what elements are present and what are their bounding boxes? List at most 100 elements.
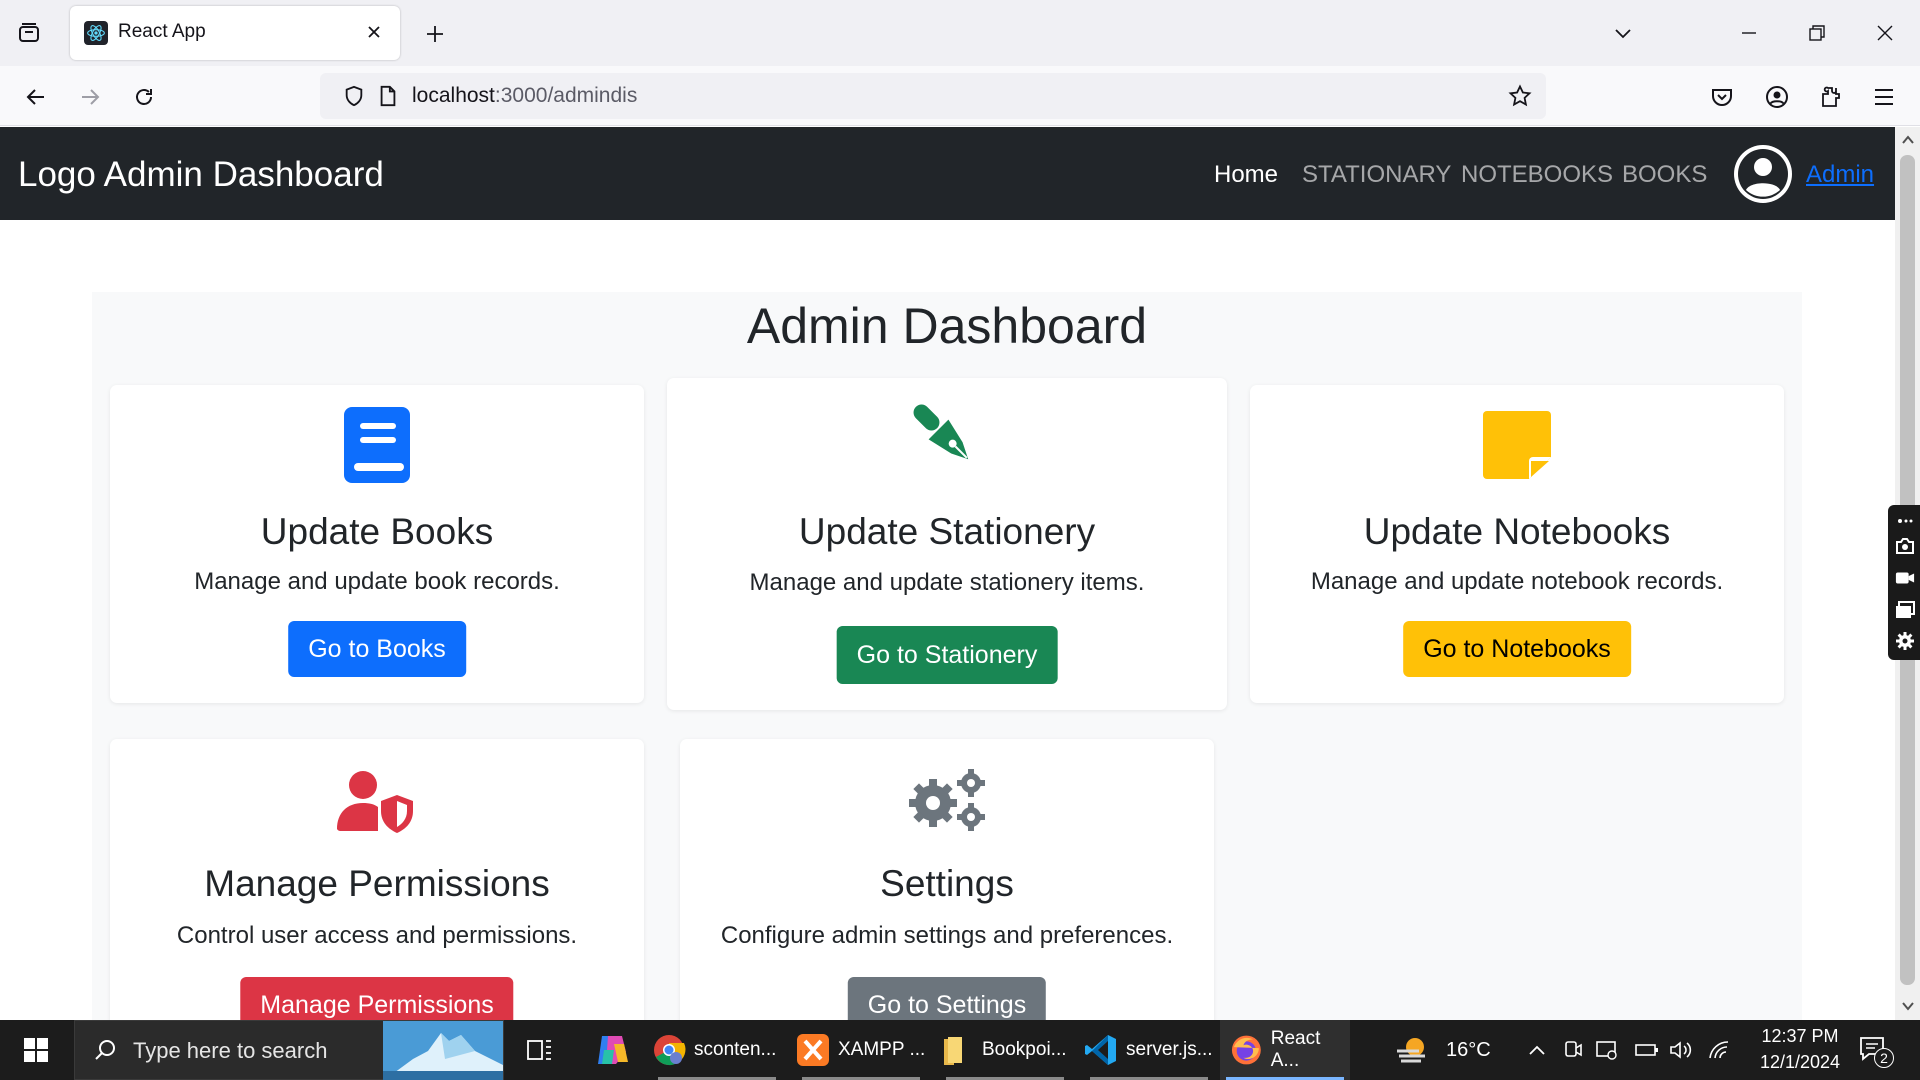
address-bar[interactable]: localhost:3000/admindis <box>320 73 1546 119</box>
nav-link-notebooks[interactable]: NOTEBOOKS <box>1461 161 1613 189</box>
brand-logo[interactable]: Logo Admin Dashboard <box>18 155 384 195</box>
taskbar-app-label: React A... <box>1270 1028 1321 1071</box>
settings-gear-icon[interactable] <box>1895 631 1915 651</box>
clock-date[interactable]: 12/1/2024 <box>1750 1052 1850 1073</box>
card-update-books: Update Books Manage and update book reco… <box>110 385 644 703</box>
folder-icon <box>944 1037 962 1065</box>
card-description: Control user access and permissions. <box>176 922 578 949</box>
nav-link-home[interactable]: Home <box>1214 161 1278 189</box>
weather-temperature[interactable]: 16°C <box>1446 1039 1491 1062</box>
tab-list-icon[interactable] <box>14 18 44 48</box>
windows-start-icon[interactable] <box>0 1020 72 1080</box>
windows-taskbar: Type here to search sconten... XAMPP ...… <box>0 1020 1920 1080</box>
close-window-icon[interactable] <box>1870 18 1900 48</box>
window-capture-icon[interactable] <box>1895 600 1915 620</box>
wifi-icon[interactable] <box>1702 1030 1736 1070</box>
back-icon[interactable] <box>19 80 53 114</box>
camera-icon[interactable] <box>1895 536 1915 556</box>
taskbar-app-vscode[interactable]: server.js... <box>1084 1020 1214 1080</box>
go-to-notebooks-button[interactable]: Go to Notebooks <box>1403 621 1631 677</box>
notification-badge: 2 <box>1874 1048 1894 1068</box>
battery-icon[interactable] <box>1630 1030 1664 1070</box>
shield-icon[interactable] <box>342 84 366 108</box>
card-settings: Settings Configure admin settings and pr… <box>680 739 1214 1020</box>
clock-time[interactable]: 12:37 PM <box>1750 1026 1850 1047</box>
app-navbar: Logo Admin Dashboard Home STATIONARY NOT… <box>0 127 1895 220</box>
card-title: Update Stationery <box>798 511 1096 552</box>
xampp-icon <box>797 1034 829 1066</box>
network-status-icon[interactable] <box>1590 1030 1624 1070</box>
go-to-settings-button[interactable]: Go to Settings <box>847 977 1047 1020</box>
user-avatar-icon[interactable] <box>1734 145 1792 203</box>
dashboard-panel: Admin Dashboard Update Books Manage and … <box>92 292 1802 1020</box>
go-to-books-button[interactable]: Go to Books <box>288 621 466 677</box>
account-icon[interactable] <box>1760 80 1794 114</box>
nav-link-stationary[interactable]: STATIONARY <box>1302 161 1451 189</box>
list-all-tabs-icon[interactable] <box>1608 18 1638 48</box>
task-view-icon[interactable] <box>520 1030 560 1070</box>
card-title: Manage Permissions <box>204 863 550 904</box>
gears-icon <box>907 761 987 841</box>
browser-tab-bar: React App <box>0 0 1920 66</box>
weather-icon[interactable] <box>1393 1030 1433 1070</box>
search-icon <box>93 1038 117 1067</box>
go-to-stationery-button[interactable]: Go to Stationery <box>836 626 1058 684</box>
taskbar-search-box[interactable]: Type here to search <box>74 1020 504 1080</box>
sticky-note-icon <box>1477 405 1557 485</box>
menu-icon[interactable] <box>1867 80 1901 114</box>
taskbar-app-firefox[interactable]: React A... <box>1220 1020 1350 1080</box>
tab-title: React App <box>118 21 206 42</box>
taskbar-app-label: XAMPP ... <box>838 1039 926 1060</box>
extensions-icon[interactable] <box>1814 80 1848 114</box>
scroll-up-icon[interactable] <box>1901 133 1914 146</box>
page-title: Admin Dashboard <box>746 298 1148 354</box>
card-description: Manage and update stationery items. <box>749 569 1145 596</box>
taskbar-app-xampp[interactable]: XAMPP ... <box>796 1020 926 1080</box>
card-update-stationery: Update Stationery Manage and update stat… <box>667 378 1227 710</box>
pocket-icon[interactable] <box>1705 80 1739 114</box>
react-favicon-icon <box>84 21 108 45</box>
tab-close-icon[interactable] <box>362 20 386 44</box>
copilot-icon[interactable] <box>592 1030 632 1070</box>
taskbar-app-chrome[interactable]: sconten... <box>652 1020 782 1080</box>
browser-toolbar: localhost:3000/admindis <box>0 66 1920 126</box>
url-host: localhost <box>412 84 495 107</box>
card-title: Settings <box>880 863 1014 904</box>
card-title: Update Books <box>260 511 494 552</box>
taskbar-app-label: server.js... <box>1126 1039 1213 1060</box>
volume-icon[interactable] <box>1664 1030 1698 1070</box>
show-hidden-icons-icon[interactable] <box>1517 1030 1557 1070</box>
card-manage-permissions: Manage Permissions Control user access a… <box>110 739 644 1020</box>
minimize-icon[interactable] <box>1734 18 1764 48</box>
bookmark-star-icon[interactable] <box>1508 84 1532 108</box>
chrome-icon <box>654 1035 686 1066</box>
meet-now-icon[interactable] <box>1556 1030 1590 1070</box>
manage-permissions-button[interactable]: Manage Permissions <box>240 977 514 1020</box>
card-description: Manage and update book records. <box>194 568 560 595</box>
new-tab-icon[interactable] <box>420 19 450 49</box>
browser-tab-active[interactable]: React App <box>70 6 400 60</box>
taskbar-app-label: sconten... <box>694 1039 777 1060</box>
page-info-icon[interactable] <box>376 84 400 108</box>
scroll-down-icon[interactable] <box>1901 999 1914 1012</box>
notifications-icon[interactable]: 2 <box>1852 1030 1896 1070</box>
search-highlight-image <box>383 1021 503 1080</box>
admin-user-link[interactable]: Admin <box>1806 161 1874 189</box>
taskbar-app-file-explorer[interactable]: Bookpoi... <box>940 1020 1070 1080</box>
book-icon <box>337 405 417 485</box>
nav-link-books[interactable]: BOOKS <box>1622 161 1707 189</box>
reload-icon[interactable] <box>127 80 161 114</box>
card-title: Update Notebooks <box>1363 511 1671 552</box>
screen-capture-toolbar <box>1888 505 1920 660</box>
url-text: localhost:3000/admindis <box>412 84 637 108</box>
firefox-icon <box>1231 1035 1261 1065</box>
video-icon[interactable] <box>1895 568 1915 588</box>
taskbar-app-label: Bookpoi... <box>982 1039 1067 1060</box>
forward-icon[interactable] <box>73 80 107 114</box>
vscode-icon <box>1085 1035 1116 1065</box>
page-viewport: Logo Admin Dashboard Home STATIONARY NOT… <box>0 127 1895 1020</box>
toolbar-more-icon[interactable] <box>1895 511 1915 531</box>
card-description: Configure admin settings and preferences… <box>720 922 1174 949</box>
url-path: :3000/admindis <box>494 84 638 107</box>
restore-icon[interactable] <box>1802 18 1832 48</box>
